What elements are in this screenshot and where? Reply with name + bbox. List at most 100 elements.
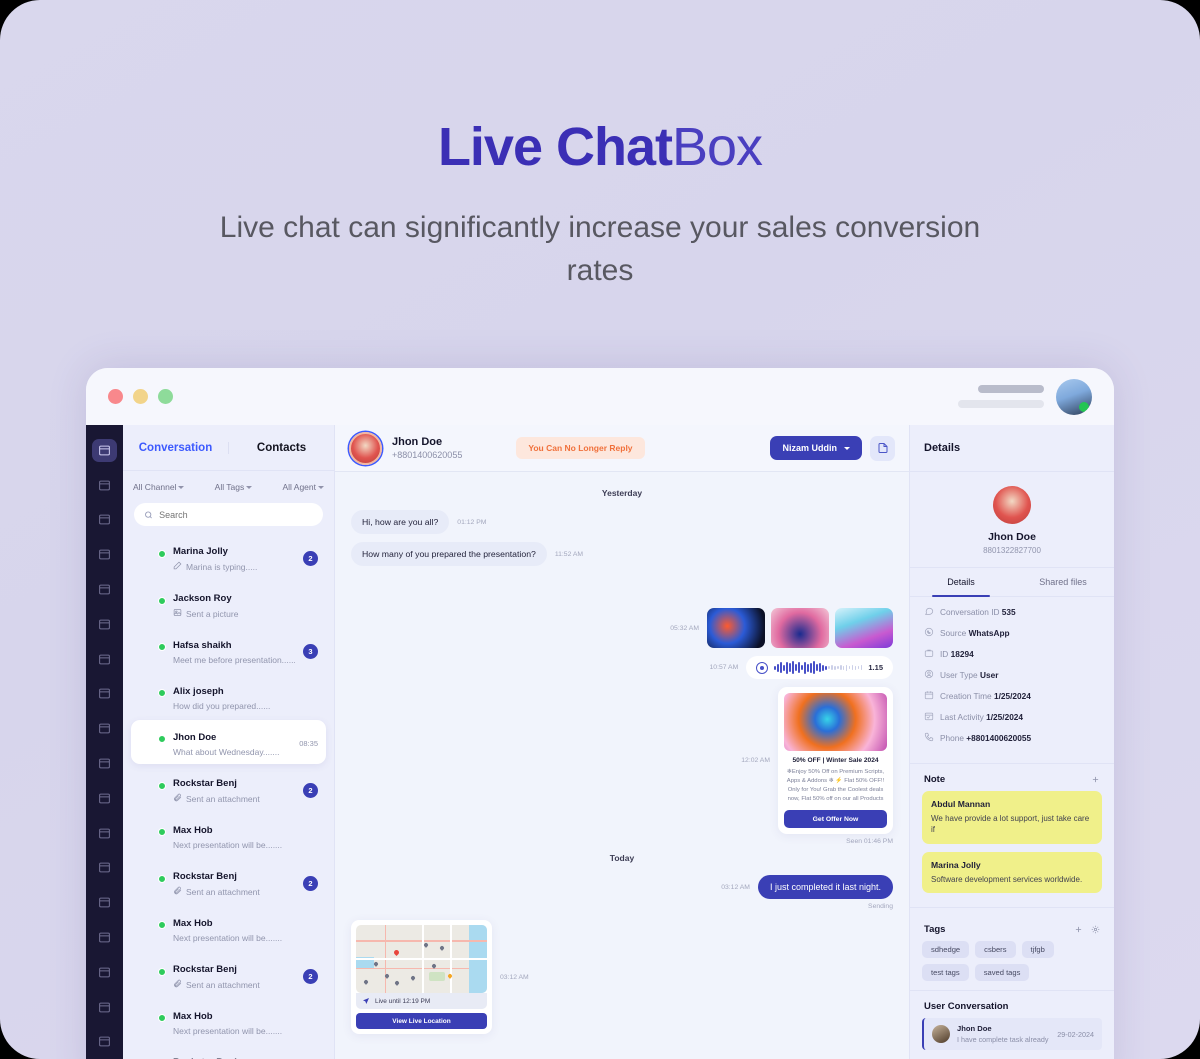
maximize-icon[interactable] xyxy=(158,389,173,404)
window-controls[interactable] xyxy=(108,389,173,404)
save-icon[interactable] xyxy=(92,752,117,775)
get-offer-button[interactable]: Get Offer Now xyxy=(784,810,887,829)
agent-select-button[interactable]: Nizam Uddin xyxy=(770,436,862,460)
tags-actions[interactable] xyxy=(1074,925,1100,934)
conversation-list-item[interactable]: Marina Jolly Marina is typing..... 2 xyxy=(131,534,326,579)
note-section-title: Note xyxy=(924,774,946,785)
plus-icon[interactable] xyxy=(1091,775,1100,784)
promo-card[interactable]: 50% OFF | Winter Sale 2024 ❄Enjoy 50% Of… xyxy=(778,687,893,835)
conversation-list-item[interactable]: Max Hob Next presentation will be....... xyxy=(131,999,326,1043)
window-titlebar xyxy=(86,368,1114,425)
conversation-list-item[interactable]: Rockstar Benj Sent an attachment 2 xyxy=(131,952,326,997)
voice-message[interactable]: 1.15 xyxy=(746,656,893,679)
note-actions[interactable] xyxy=(1091,775,1100,784)
note-section-header: Note xyxy=(910,764,1114,791)
conversation-list-item[interactable]: Alix joseph How did you prepared...... xyxy=(131,674,326,718)
mobile-icon[interactable] xyxy=(92,474,117,497)
details-tabs: Details Shared files xyxy=(910,568,1114,597)
tab-shared-files[interactable]: Shared files xyxy=(1012,568,1114,596)
conversation-meta: 2 xyxy=(303,780,318,798)
layout-icon[interactable] xyxy=(92,717,117,740)
view-live-location-button[interactable]: View Live Location xyxy=(356,1013,487,1030)
conversation-list-item[interactable]: Jackson Roy Sent a picture xyxy=(131,581,326,626)
image-gallery[interactable] xyxy=(707,608,893,648)
tab-contacts[interactable]: Contacts xyxy=(228,441,334,454)
conversation-list[interactable]: Marina Jolly Marina is typing..... 2 Jac… xyxy=(123,526,334,1059)
agent-name: Nizam Uddin xyxy=(782,443,837,453)
close-icon[interactable] xyxy=(108,389,123,404)
placeholder-line-2 xyxy=(958,400,1044,408)
flow-icon[interactable] xyxy=(92,961,117,984)
chat-contact-avatar[interactable] xyxy=(349,431,382,465)
dashboard-icon[interactable] xyxy=(92,439,117,462)
note-card[interactable]: Marina Jolly Software development servic… xyxy=(922,851,1102,894)
filter-all-agent[interactable]: All Agent xyxy=(282,482,324,492)
support-icon[interactable] xyxy=(92,1031,117,1054)
tab-conversation[interactable]: Conversation xyxy=(123,442,228,454)
tab-details[interactable]: Details xyxy=(910,568,1012,597)
filter-all-channel[interactable]: All Channel xyxy=(133,482,185,492)
chevron-down-icon xyxy=(246,485,253,489)
tag-chip[interactable]: saved tags xyxy=(974,964,1030,982)
file-chart-icon[interactable] xyxy=(92,683,117,706)
conversation-text: Hafsa shaikh Meet me before presentation… xyxy=(173,635,295,665)
details-fields: Conversation ID 535 Source WhatsApp ID 182… xyxy=(910,597,1114,764)
browser-icon[interactable] xyxy=(92,787,117,810)
window-icon[interactable] xyxy=(92,648,117,671)
detail-label: Source WhatsApp xyxy=(940,628,1010,638)
conversation-meta: 2 xyxy=(303,966,318,984)
gallery-image[interactable] xyxy=(707,608,765,648)
apps-icon[interactable] xyxy=(92,822,117,845)
conversation-list-item[interactable]: Hafsa shaikh Meet me before presentation… xyxy=(131,628,326,672)
tag-chip[interactable]: test tags xyxy=(922,964,969,982)
conversation-preview: Meet me before presentation...... xyxy=(173,655,295,665)
conversation-list-item[interactable]: Max Hob Next presentation will be....... xyxy=(131,906,326,950)
map-preview[interactable] xyxy=(356,925,487,994)
grid-icon[interactable] xyxy=(92,613,117,636)
inbox-icon[interactable] xyxy=(92,509,117,532)
filter-all-tags[interactable]: All Tags xyxy=(215,482,253,492)
message-bubble-incoming: How many of you prepared the presentatio… xyxy=(351,542,547,566)
detail-field: Creation Time 1/25/2024 xyxy=(924,690,1100,702)
plus-icon[interactable] xyxy=(1074,925,1083,934)
play-icon[interactable] xyxy=(756,661,769,674)
conversation-list-item[interactable]: Rockstar Benj Sent an attachment 2 xyxy=(131,859,326,904)
minimize-icon[interactable] xyxy=(133,389,148,404)
table-icon[interactable] xyxy=(92,891,117,914)
tag-chip[interactable]: csbers xyxy=(975,941,1016,959)
tag-chip[interactable]: sdhedge xyxy=(922,941,970,959)
detail-value: 535 xyxy=(1001,607,1016,617)
filter-label: All Tags xyxy=(214,482,245,492)
conversation-list-item[interactable]: Rockstar Benj Sent an attachment 2 xyxy=(131,1045,326,1059)
search-box[interactable] xyxy=(134,503,323,526)
detail-field: Last Activity 1/25/2024 xyxy=(924,711,1100,723)
list-icon[interactable] xyxy=(92,857,117,880)
note-card[interactable]: Abdul Mannan We have provide a lot suppo… xyxy=(922,791,1102,844)
detail-label: ID 18294 xyxy=(940,649,974,659)
conversation-list-item[interactable]: Jhon Doe What about Wednesday....... 08:… xyxy=(131,720,326,764)
note-button[interactable] xyxy=(870,435,895,461)
search-input[interactable] xyxy=(159,509,313,520)
article-icon[interactable] xyxy=(92,578,117,601)
message-status: Sending xyxy=(868,903,893,911)
conversation-preview: What about Wednesday....... xyxy=(173,747,280,757)
message-row: How many of you prepared the presentatio… xyxy=(351,542,893,566)
conversation-text: Max Hob Next presentation will be....... xyxy=(173,1006,310,1036)
chat-messages[interactable]: Yesterday Hi, how are you all? 01:12 PM … xyxy=(335,472,909,1059)
avatar[interactable] xyxy=(1056,378,1092,415)
document-icon[interactable] xyxy=(92,996,117,1019)
gallery-image[interactable] xyxy=(771,608,829,648)
conversation-list-item[interactable]: Max Hob Next presentation will be....... xyxy=(131,813,326,857)
tag-chip[interactable]: tjfgb xyxy=(1021,941,1054,959)
location-card[interactable]: Live until 12:19 PM View Live Location xyxy=(351,920,492,1035)
gallery-image[interactable] xyxy=(835,608,893,648)
contacts-icon[interactable] xyxy=(92,543,117,566)
message-time: 12:02 AM xyxy=(741,757,770,765)
chart-icon[interactable] xyxy=(92,926,117,949)
user-conversation-item[interactable]: Jhon Doe I have complete task already 29… xyxy=(922,1018,1102,1051)
chevron-down-icon xyxy=(178,485,185,489)
filter-label: All Agent xyxy=(282,482,316,492)
gear-icon[interactable] xyxy=(1091,925,1100,934)
divider xyxy=(910,907,1114,909)
conversation-list-item[interactable]: Rockstar Benj Sent an attachment 2 xyxy=(131,766,326,811)
